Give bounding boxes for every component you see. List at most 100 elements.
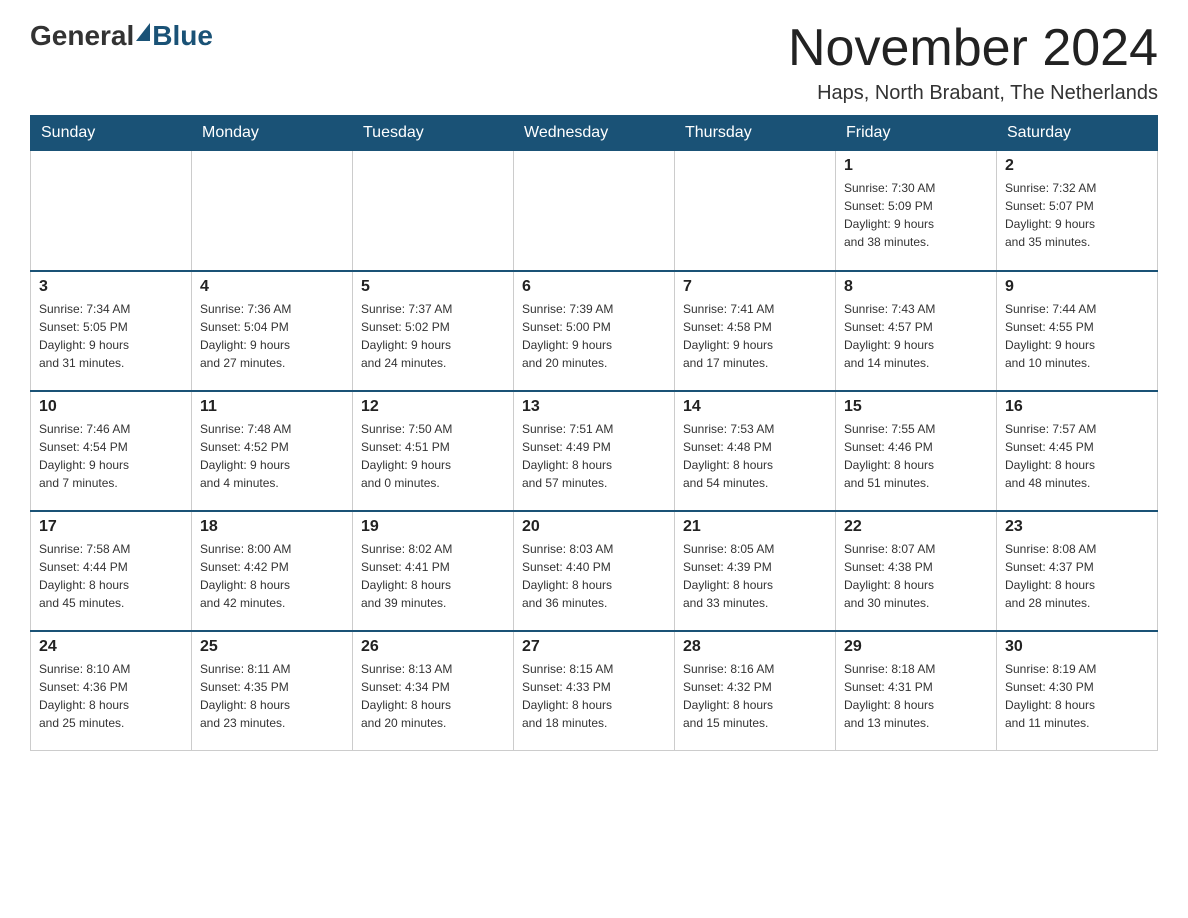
weekday-header-thursday: Thursday [675, 116, 836, 151]
day-info: Sunrise: 8:15 AM Sunset: 4:33 PM Dayligh… [522, 660, 666, 732]
day-number: 25 [200, 638, 344, 656]
weekday-header-friday: Friday [836, 116, 997, 151]
day-number: 5 [361, 278, 505, 296]
title-area: November 2024 Haps, North Brabant, The N… [788, 20, 1158, 105]
day-info: Sunrise: 8:10 AM Sunset: 4:36 PM Dayligh… [39, 660, 183, 732]
day-info: Sunrise: 8:13 AM Sunset: 4:34 PM Dayligh… [361, 660, 505, 732]
location-subtitle: Haps, North Brabant, The Netherlands [788, 82, 1158, 105]
day-info: Sunrise: 7:34 AM Sunset: 5:05 PM Dayligh… [39, 300, 183, 372]
weekday-header-tuesday: Tuesday [353, 116, 514, 151]
calendar-cell: 1 Sunrise: 7:30 AM Sunset: 5:09 PM Daylig… [836, 151, 997, 271]
day-number: 17 [39, 518, 183, 536]
day-info: Sunrise: 8:00 AM Sunset: 4:42 PM Dayligh… [200, 540, 344, 612]
calendar-cell: 20Sunrise: 8:03 AM Sunset: 4:40 PM Dayli… [514, 511, 675, 631]
day-number: 21 [683, 518, 827, 536]
day-number: 14 [683, 398, 827, 416]
day-info: Sunrise: 7:43 AM Sunset: 4:57 PM Dayligh… [844, 300, 988, 372]
calendar-cell: 15 Sunrise: 7:55 AM Sunset: 4:46 PM Dayli… [836, 391, 997, 511]
day-info: Sunrise: 7:37 AM Sunset: 5:02 PM Dayligh… [361, 300, 505, 372]
calendar-cell: 18 Sunrise: 8:00 AM Sunset: 4:42 PM Dayli… [192, 511, 353, 631]
day-info: Sunrise: 7:50 AM Sunset: 4:51 PM Dayligh… [361, 420, 505, 492]
day-info: Sunrise: 7:46 AM Sunset: 4:54 PM Dayligh… [39, 420, 183, 492]
calendar-cell: 24Sunrise: 8:10 AM Sunset: 4:36 PM Dayli… [31, 631, 192, 751]
calendar-cell: 22Sunrise: 8:07 AM Sunset: 4:38 PM Dayli… [836, 511, 997, 631]
day-info: Sunrise: 7:39 AM Sunset: 5:00 PM Dayligh… [522, 300, 666, 372]
calendar-cell: 25 Sunrise: 8:11 AM Sunset: 4:35 PM Dayli… [192, 631, 353, 751]
calendar-cell: 27 Sunrise: 8:15 AM Sunset: 4:33 PM Dayli… [514, 631, 675, 751]
day-info: Sunrise: 8:02 AM Sunset: 4:41 PM Dayligh… [361, 540, 505, 612]
day-number: 3 [39, 278, 183, 296]
calendar-cell: 26 Sunrise: 8:13 AM Sunset: 4:34 PM Dayli… [353, 631, 514, 751]
calendar-cell: 9 Sunrise: 7:44 AM Sunset: 4:55 PM Daylig… [997, 271, 1158, 391]
calendar-cell [675, 151, 836, 271]
day-number: 11 [200, 398, 344, 416]
calendar-cell: 14 Sunrise: 7:53 AM Sunset: 4:48 PM Dayli… [675, 391, 836, 511]
weekday-header-wednesday: Wednesday [514, 116, 675, 151]
calendar-cell: 21 Sunrise: 8:05 AM Sunset: 4:39 PM Dayli… [675, 511, 836, 631]
logo: General Blue [30, 20, 213, 52]
week-row-0: 1 Sunrise: 7:30 AM Sunset: 5:09 PM Daylig… [31, 151, 1158, 271]
day-number: 29 [844, 638, 988, 656]
day-number: 20 [522, 518, 666, 536]
logo-general: General [30, 20, 134, 52]
day-number: 6 [522, 278, 666, 296]
day-number: 4 [200, 278, 344, 296]
day-number: 18 [200, 518, 344, 536]
day-info: Sunrise: 7:30 AM Sunset: 5:09 PM Dayligh… [844, 179, 988, 251]
calendar-cell: 19Sunrise: 8:02 AM Sunset: 4:41 PM Dayli… [353, 511, 514, 631]
calendar-table: SundayMondayTuesdayWednesdayThursdayFrid… [30, 115, 1158, 751]
day-info: Sunrise: 8:11 AM Sunset: 4:35 PM Dayligh… [200, 660, 344, 732]
day-number: 2 [1005, 157, 1149, 175]
calendar-cell: 2 Sunrise: 7:32 AM Sunset: 5:07 PM Daylig… [997, 151, 1158, 271]
calendar-cell: 23 Sunrise: 8:08 AM Sunset: 4:37 PM Dayli… [997, 511, 1158, 631]
calendar-cell [192, 151, 353, 271]
day-info: Sunrise: 8:05 AM Sunset: 4:39 PM Dayligh… [683, 540, 827, 612]
day-number: 1 [844, 157, 988, 175]
day-number: 8 [844, 278, 988, 296]
weekday-header-saturday: Saturday [997, 116, 1158, 151]
day-number: 22 [844, 518, 988, 536]
day-info: Sunrise: 7:55 AM Sunset: 4:46 PM Dayligh… [844, 420, 988, 492]
logo-text: General Blue [30, 20, 213, 52]
day-info: Sunrise: 8:18 AM Sunset: 4:31 PM Dayligh… [844, 660, 988, 732]
calendar-cell [353, 151, 514, 271]
day-info: Sunrise: 8:16 AM Sunset: 4:32 PM Dayligh… [683, 660, 827, 732]
day-number: 12 [361, 398, 505, 416]
day-info: Sunrise: 7:41 AM Sunset: 4:58 PM Dayligh… [683, 300, 827, 372]
day-info: Sunrise: 7:36 AM Sunset: 5:04 PM Dayligh… [200, 300, 344, 372]
day-info: Sunrise: 8:19 AM Sunset: 4:30 PM Dayligh… [1005, 660, 1149, 732]
day-number: 28 [683, 638, 827, 656]
calendar-cell: 11Sunrise: 7:48 AM Sunset: 4:52 PM Dayli… [192, 391, 353, 511]
day-info: Sunrise: 7:53 AM Sunset: 4:48 PM Dayligh… [683, 420, 827, 492]
day-info: Sunrise: 7:44 AM Sunset: 4:55 PM Dayligh… [1005, 300, 1149, 372]
calendar-cell: 10Sunrise: 7:46 AM Sunset: 4:54 PM Dayli… [31, 391, 192, 511]
week-row-2: 10Sunrise: 7:46 AM Sunset: 4:54 PM Dayli… [31, 391, 1158, 511]
week-row-3: 17Sunrise: 7:58 AM Sunset: 4:44 PM Dayli… [31, 511, 1158, 631]
day-number: 15 [844, 398, 988, 416]
calendar-cell: 16 Sunrise: 7:57 AM Sunset: 4:45 PM Dayli… [997, 391, 1158, 511]
calendar-cell [31, 151, 192, 271]
day-number: 23 [1005, 518, 1149, 536]
calendar-cell: 8 Sunrise: 7:43 AM Sunset: 4:57 PM Daylig… [836, 271, 997, 391]
day-info: Sunrise: 7:51 AM Sunset: 4:49 PM Dayligh… [522, 420, 666, 492]
logo-blue: Blue [152, 20, 213, 52]
day-info: Sunrise: 7:32 AM Sunset: 5:07 PM Dayligh… [1005, 179, 1149, 251]
calendar-cell: 3 Sunrise: 7:34 AM Sunset: 5:05 PM Daylig… [31, 271, 192, 391]
calendar-cell: 4 Sunrise: 7:36 AM Sunset: 5:04 PM Daylig… [192, 271, 353, 391]
week-row-4: 24Sunrise: 8:10 AM Sunset: 4:36 PM Dayli… [31, 631, 1158, 751]
calendar-cell: 5 Sunrise: 7:37 AM Sunset: 5:02 PM Daylig… [353, 271, 514, 391]
day-number: 26 [361, 638, 505, 656]
calendar-cell: 13 Sunrise: 7:51 AM Sunset: 4:49 PM Dayli… [514, 391, 675, 511]
calendar-cell: 7Sunrise: 7:41 AM Sunset: 4:58 PM Daylig… [675, 271, 836, 391]
week-row-1: 3 Sunrise: 7:34 AM Sunset: 5:05 PM Daylig… [31, 271, 1158, 391]
calendar-cell: 28 Sunrise: 8:16 AM Sunset: 4:32 PM Dayli… [675, 631, 836, 751]
month-year-title: November 2024 [788, 20, 1158, 77]
day-number: 9 [1005, 278, 1149, 296]
day-number: 27 [522, 638, 666, 656]
logo-triangle-icon [136, 23, 150, 41]
day-info: Sunrise: 8:08 AM Sunset: 4:37 PM Dayligh… [1005, 540, 1149, 612]
day-number: 16 [1005, 398, 1149, 416]
day-number: 13 [522, 398, 666, 416]
day-info: Sunrise: 7:57 AM Sunset: 4:45 PM Dayligh… [1005, 420, 1149, 492]
calendar-cell: 29 Sunrise: 8:18 AM Sunset: 4:31 PM Dayli… [836, 631, 997, 751]
